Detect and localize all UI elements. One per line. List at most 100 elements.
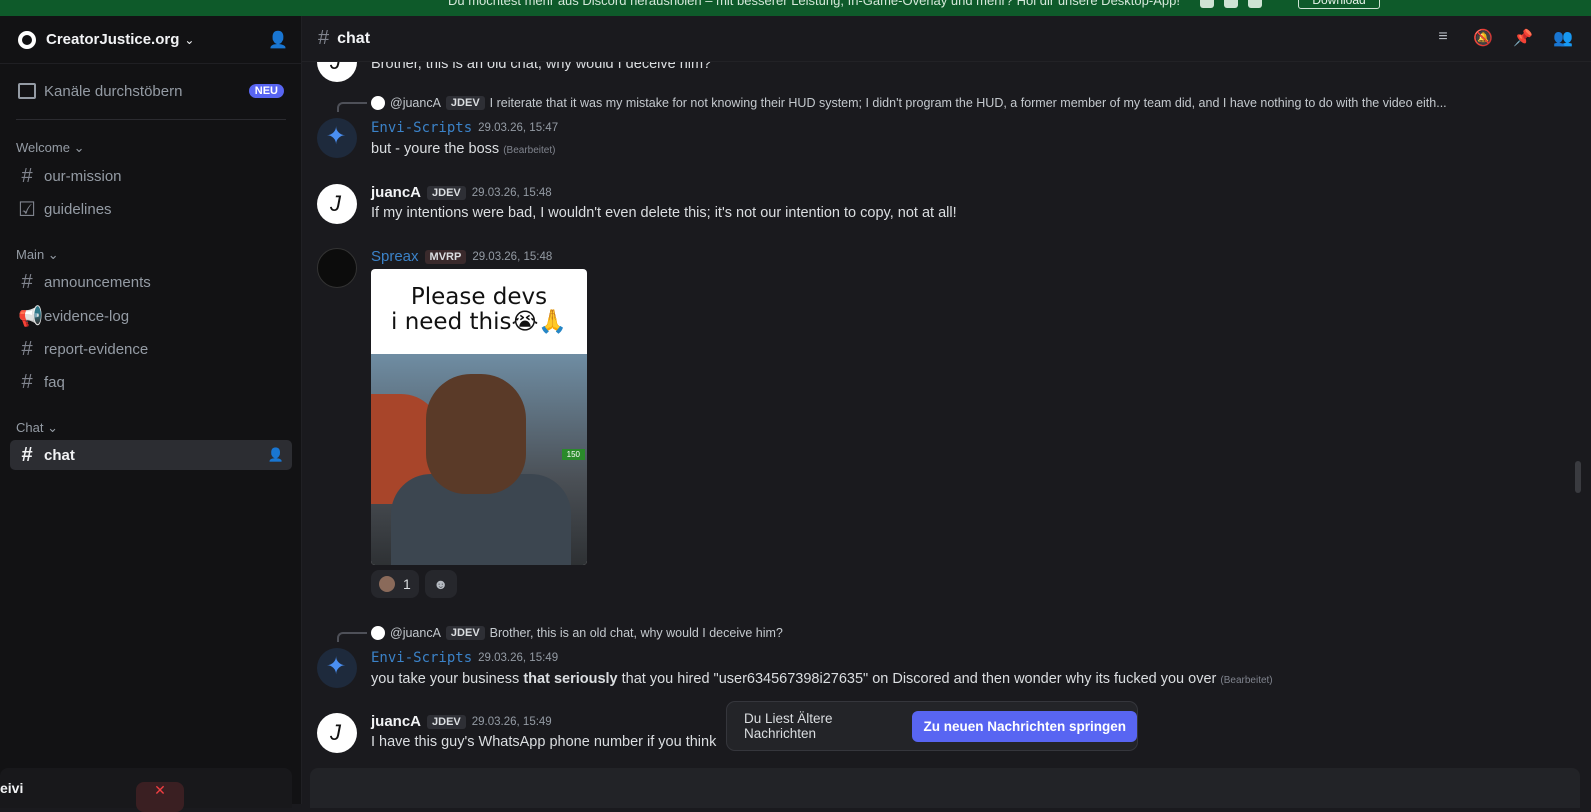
message-body: that you hired "user634567398i27635" on … bbox=[617, 671, 1217, 687]
message-bold: that seriously bbox=[523, 671, 618, 687]
reply-spine bbox=[337, 632, 367, 642]
threads-icon[interactable]: ≡ bbox=[1433, 28, 1453, 48]
download-button[interactable]: Download bbox=[1298, 0, 1380, 9]
user-panel: eivi ✕ bbox=[0, 768, 292, 812]
image-embed[interactable]: Please devs i need this😭🙏 150 bbox=[371, 269, 587, 565]
jump-to-present-button[interactable]: Zu neuen Nachrichten springen bbox=[912, 710, 1137, 742]
reaction-count: 1 bbox=[403, 576, 411, 592]
member-list-icon[interactable]: 👥 bbox=[1553, 28, 1573, 48]
server-gear-icon bbox=[18, 30, 36, 49]
channel-report-evidence[interactable]: # report-evidence bbox=[10, 334, 292, 364]
reply-user: @juancA bbox=[390, 96, 441, 110]
channel-label: report-evidence bbox=[44, 340, 149, 358]
message-text: I have this guy's WhatsApp phone number … bbox=[371, 734, 717, 750]
timestamp: 29.03.26, 15:47 bbox=[478, 122, 559, 134]
hash-lock-icon: # bbox=[21, 443, 33, 466]
message-text: but - youre the boss (Bearbeitet) bbox=[371, 141, 555, 157]
username[interactable]: juancA bbox=[371, 713, 421, 730]
avatar[interactable] bbox=[317, 118, 357, 158]
avatar[interactable] bbox=[317, 713, 357, 753]
message-body: you take your business bbox=[371, 671, 524, 687]
reply-user: @juancA bbox=[390, 626, 441, 640]
browse-channels-label: Kanäle durchstöbern bbox=[44, 82, 183, 100]
chevron-down-icon: ⌄ bbox=[184, 32, 195, 47]
message-header: juancA JDEV 29.03.26, 15:49 bbox=[371, 713, 552, 730]
timestamp: 29.03.26, 15:49 bbox=[471, 715, 552, 728]
smiley-icon: ☻ bbox=[433, 576, 449, 592]
avatar[interactable] bbox=[317, 184, 357, 224]
category-label: Welcome bbox=[16, 140, 70, 155]
browse-list-icon bbox=[18, 83, 36, 99]
category-label: Main bbox=[16, 247, 45, 262]
category-welcome[interactable]: Welcome ⌄ bbox=[16, 140, 84, 156]
channel-label: announcements bbox=[44, 273, 151, 291]
message-text: If my intentions were bad, I wouldn't ev… bbox=[371, 205, 957, 221]
channel-guidelines[interactable]: ☑ guidelines bbox=[10, 194, 292, 224]
avatar[interactable] bbox=[317, 248, 357, 288]
channel-faq[interactable]: # faq bbox=[10, 367, 292, 397]
channel-label: guidelines bbox=[44, 200, 112, 218]
caption-line: i need this😭🙏 bbox=[391, 309, 567, 335]
add-reaction-button[interactable]: ☻ bbox=[424, 570, 457, 598]
channel-label: chat bbox=[44, 446, 75, 464]
avatar[interactable] bbox=[317, 648, 357, 688]
notification-mute-icon[interactable]: 🔕 bbox=[1473, 28, 1493, 48]
username[interactable]: Envi-Scripts bbox=[371, 120, 472, 136]
username[interactable]: Envi-Scripts bbox=[371, 650, 472, 666]
server-header[interactable]: CreatorJustice.org ⌄ 👤 bbox=[0, 16, 302, 64]
divider bbox=[16, 119, 286, 120]
reply-text: I reiterate that it was my mistake for n… bbox=[489, 96, 1447, 110]
scrollbar[interactable] bbox=[1575, 461, 1581, 493]
reaction[interactable]: 1 bbox=[371, 570, 419, 598]
caption-line: Please devs bbox=[410, 284, 548, 310]
username[interactable]: Spreax bbox=[371, 248, 419, 265]
reply-preview[interactable]: @juancA JDEV Brother, this is an old cha… bbox=[371, 626, 783, 640]
rules-icon: ☑ bbox=[18, 198, 36, 221]
message-header: juancA JDEV 29.03.26, 15:48 bbox=[371, 184, 552, 201]
username[interactable]: juancA bbox=[371, 184, 421, 201]
server-name: CreatorJustice.org bbox=[46, 31, 180, 48]
chat-area: # chat ≡ 🔕 📌 👥 Brother, this is an old c… bbox=[302, 16, 1591, 808]
edited-label: (Bearbeitet) bbox=[1220, 675, 1273, 686]
add-member-icon[interactable]: 👤 bbox=[268, 447, 284, 463]
banner-text: Du möchtest mehr aus Discord herausholen… bbox=[448, 0, 1180, 8]
apple-icon bbox=[1200, 0, 1214, 8]
header-toolbar: ≡ 🔕 📌 👥 bbox=[1433, 28, 1573, 48]
edited-label: (Bearbeitet) bbox=[503, 145, 556, 156]
message-composer[interactable] bbox=[310, 768, 1580, 808]
megaphone-icon: 📢 bbox=[18, 305, 43, 328]
category-main[interactable]: Main ⌄ bbox=[16, 247, 59, 263]
timestamp: 29.03.26, 15:49 bbox=[478, 652, 559, 664]
invite-people-icon[interactable]: 👤 bbox=[268, 30, 288, 50]
timestamp: 29.03.26, 15:48 bbox=[471, 186, 552, 199]
channel-sidebar: CreatorJustice.org ⌄ 👤 Kanäle durchstöbe… bbox=[0, 16, 302, 812]
channel-evidence-log[interactable]: 📢 evidence-log bbox=[10, 301, 292, 331]
embed-caption: Please devs i need this😭🙏 bbox=[371, 269, 587, 354]
reply-avatar bbox=[371, 96, 385, 110]
message-list: Brother, this is an old chat, why would … bbox=[302, 62, 1591, 762]
channel-chat[interactable]: # chat 👤 bbox=[10, 440, 292, 470]
avatar[interactable] bbox=[317, 62, 357, 82]
photo-face bbox=[426, 374, 526, 494]
mute-icon[interactable]: ✕ bbox=[136, 782, 184, 812]
channel-header: # chat ≡ 🔕 📌 👥 bbox=[302, 16, 1591, 62]
older-messages-label: Du Liest Ältere Nachrichten bbox=[744, 711, 833, 741]
windows-icon bbox=[1248, 0, 1262, 8]
message-text: Brother, this is an old chat, why would … bbox=[371, 62, 712, 72]
message-header: Envi-Scripts 29.03.26, 15:49 bbox=[371, 650, 558, 666]
download-banner: Du möchtest mehr aus Discord herausholen… bbox=[0, 0, 1591, 16]
user-name[interactable]: eivi bbox=[0, 780, 23, 796]
role-tag: JDEV bbox=[427, 714, 466, 729]
reactions: 1 ☻ bbox=[371, 570, 457, 598]
channel-announcements[interactable]: # announcements bbox=[10, 267, 292, 297]
category-chat[interactable]: Chat ⌄ bbox=[16, 420, 58, 436]
hash-icon: # bbox=[21, 164, 33, 187]
pin-icon[interactable]: 📌 bbox=[1513, 28, 1533, 48]
reaction-emoji-icon bbox=[379, 576, 395, 592]
meme-photo: 150 bbox=[371, 354, 587, 565]
browse-channels[interactable]: Kanäle durchstöbern NEU bbox=[10, 76, 292, 106]
channel-label: evidence-log bbox=[44, 307, 130, 325]
hash-lock-icon: # bbox=[21, 270, 33, 293]
reply-preview[interactable]: @juancA JDEV I reiterate that it was my … bbox=[371, 96, 1447, 110]
channel-our-mission[interactable]: # our-mission bbox=[10, 161, 292, 191]
